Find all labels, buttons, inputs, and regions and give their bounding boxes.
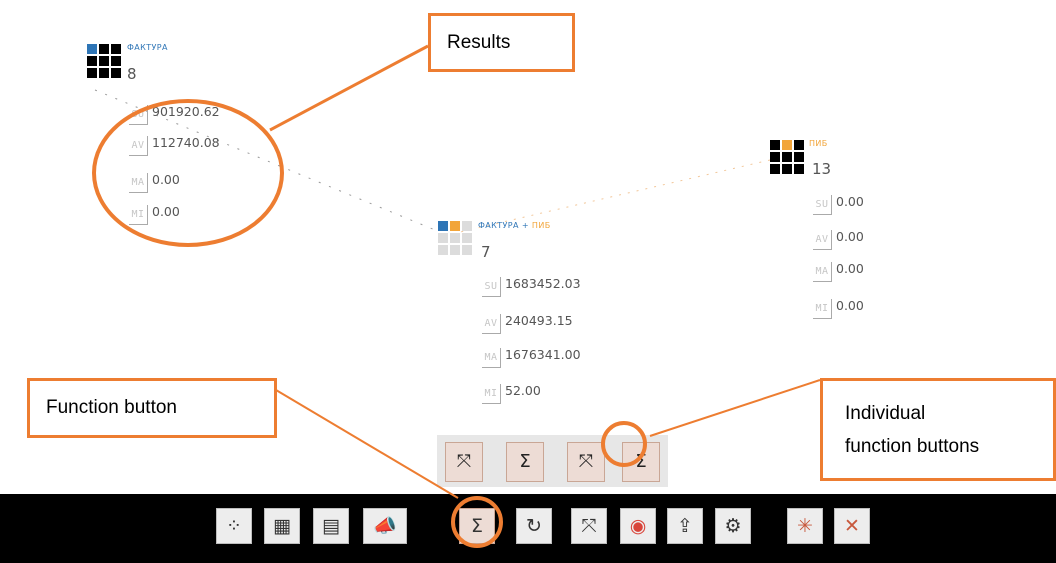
collapse-icon: ⤧: [581, 515, 597, 537]
settings-button[interactable]: ⚙: [715, 508, 751, 544]
function-button-callout: Function button: [27, 378, 277, 438]
megaphone-button[interactable]: 📣: [363, 508, 407, 544]
individual-callout-line2: function buttons: [845, 436, 980, 457]
table-button[interactable]: ▦: [264, 508, 300, 544]
function-sum-button[interactable]: Σ: [459, 508, 495, 544]
stat-key: AV: [129, 136, 148, 156]
stat-value: 0.00: [836, 229, 864, 244]
stat-key: SU: [129, 105, 148, 125]
node-combined-title: ФАКТУРА + ПИБ: [478, 221, 551, 230]
stat-value: 0.00: [836, 298, 864, 313]
node-faktura[interactable]: ФАКТУРА 8 SU 901920.62 AV 112740.08 MA 0…: [87, 43, 267, 234]
stat-value: 0.00: [836, 261, 864, 276]
function-sum-icon: Σ: [470, 515, 483, 537]
node-faktura-count: 8: [127, 65, 137, 83]
lifebuoy-button[interactable]: ◉: [620, 508, 656, 544]
collapse-button[interactable]: ⤧: [571, 508, 607, 544]
results-callout: Results: [428, 13, 575, 72]
node-pib-count: 13: [812, 160, 832, 178]
node-combined-count: 7: [481, 243, 491, 261]
explode-icon: ✳: [797, 515, 813, 537]
function-bar: ⤧ Σ ⤧ Σ: [437, 435, 668, 487]
stat-key: MA: [129, 173, 148, 193]
collapse-arrows-button[interactable]: ⤧: [445, 442, 483, 482]
spreadsheet-button[interactable]: ▤: [313, 508, 349, 544]
stat-key: SU: [813, 195, 832, 215]
node-pib-grid-icon: [770, 140, 810, 180]
stat-key: MA: [813, 262, 832, 282]
layout-icon: ⁘: [226, 515, 242, 537]
node-combined-title-sep: +: [518, 221, 532, 230]
stat-value: 52.00: [505, 383, 541, 398]
sum-button[interactable]: Σ: [506, 442, 544, 482]
spreadsheet-icon: ▤: [322, 515, 340, 537]
stat-value: 112740.08: [152, 135, 220, 150]
collapse-grid-button[interactable]: ⤧: [567, 442, 605, 482]
close-icon: ✕: [844, 515, 860, 537]
stat-key: MI: [813, 299, 832, 319]
stat-value: 1676341.00: [505, 347, 581, 362]
bottom-toolbar: ⁘ ▦ ▤ 📣 Σ ↻ ⤧ ◉ ⇪ ⚙ ✳ ✕: [0, 494, 1056, 563]
function-button-callout-text: Function button: [46, 397, 177, 418]
collapse-grid-icon: ⤧: [578, 451, 594, 472]
lifebuoy-icon: ◉: [629, 515, 647, 537]
stat-value: 0.00: [836, 194, 864, 209]
refresh-button[interactable]: ↻: [516, 508, 552, 544]
node-combined-title-b: ПИБ: [531, 221, 551, 230]
individual-callout-line1: Individual: [845, 403, 926, 424]
sum-individual-icon: Σ: [635, 451, 647, 472]
node-faktura-title: ФАКТУРА: [127, 43, 168, 52]
export-button[interactable]: ⇪: [667, 508, 703, 544]
explode-button[interactable]: ✳: [787, 508, 823, 544]
settings-icon: ⚙: [724, 515, 742, 537]
sum-individual-button[interactable]: Σ: [622, 442, 660, 482]
stat-value: 240493.15: [505, 313, 573, 328]
node-combined-grid-icon: [438, 221, 478, 261]
close-button[interactable]: ✕: [834, 508, 870, 544]
sum-icon: Σ: [519, 451, 531, 472]
stat-key: MI: [482, 384, 501, 404]
layout-button[interactable]: ⁘: [216, 508, 252, 544]
node-pib[interactable]: ПИБ 13 SU 0.00 AV 0.00 MA 0.00 MI 0.00: [770, 139, 910, 330]
megaphone-icon: 📣: [373, 515, 397, 537]
stat-key: AV: [482, 314, 501, 334]
results-callout-text: Results: [447, 32, 511, 53]
stat-key: AV: [813, 230, 832, 250]
stat-value: 1683452.03: [505, 276, 581, 291]
node-pib-title: ПИБ: [809, 139, 828, 148]
stat-key: MA: [482, 348, 501, 368]
stat-key: MI: [129, 205, 148, 225]
individual-buttons-callout: Individual function buttons: [820, 378, 1056, 481]
node-combined-title-a: ФАКТУРА: [478, 221, 519, 230]
stat-value: 0.00: [152, 204, 180, 219]
table-icon: ▦: [273, 515, 291, 537]
collapse-arrows-icon: ⤧: [456, 451, 472, 472]
node-combined[interactable]: ФАКТУРА + ПИБ 7 SU 1683452.03 AV 240493.…: [438, 221, 638, 411]
stat-value: 901920.62: [152, 104, 220, 119]
node-faktura-grid-icon: [87, 44, 127, 84]
export-icon: ⇪: [677, 515, 693, 537]
refresh-icon: ↻: [526, 515, 542, 537]
stat-value: 0.00: [152, 172, 180, 187]
stat-key: SU: [482, 277, 501, 297]
